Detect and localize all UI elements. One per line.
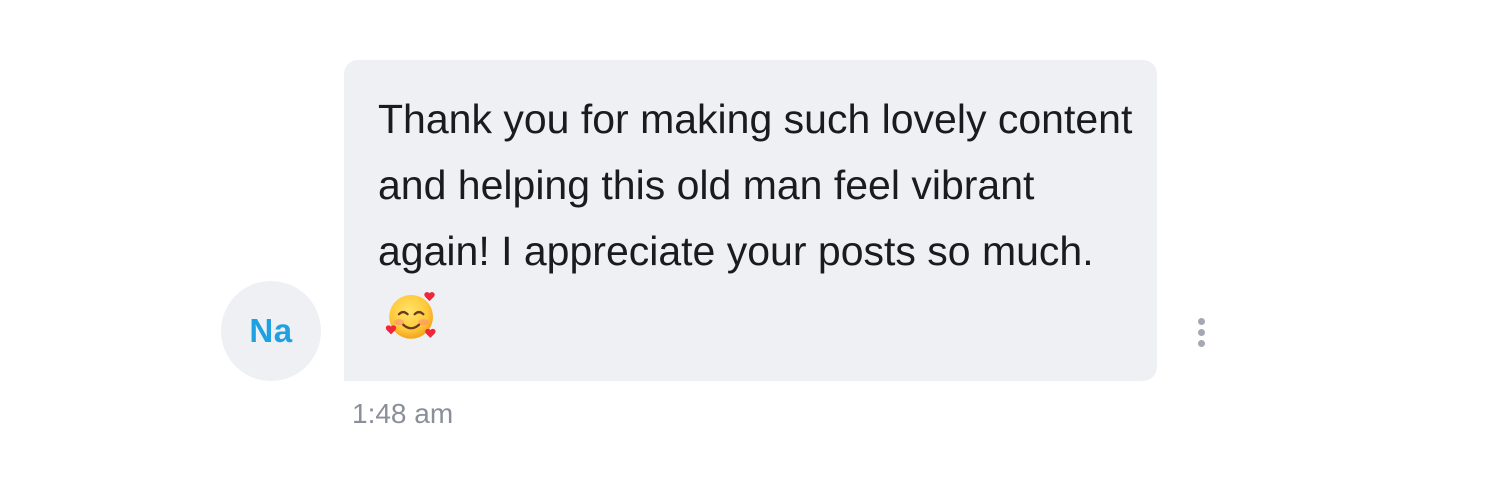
more-options-button[interactable]	[1186, 312, 1216, 352]
message-text: Thank you for making such lovely content…	[378, 96, 1133, 274]
avatar[interactable]: Na	[221, 281, 321, 381]
smiling-face-with-hearts-icon	[385, 292, 436, 339]
vertical-ellipsis-icon	[1197, 328, 1205, 336]
message-content: Thank you for making such lovely content…	[378, 86, 1138, 350]
vertical-ellipsis-icon	[1197, 317, 1205, 325]
avatar-initials: Na	[249, 312, 293, 349]
message-bubble[interactable]: Thank you for making such lovely content…	[344, 60, 1157, 381]
vertical-ellipsis-icon	[1197, 339, 1205, 347]
message-timestamp: 1:48 am	[352, 398, 454, 429]
